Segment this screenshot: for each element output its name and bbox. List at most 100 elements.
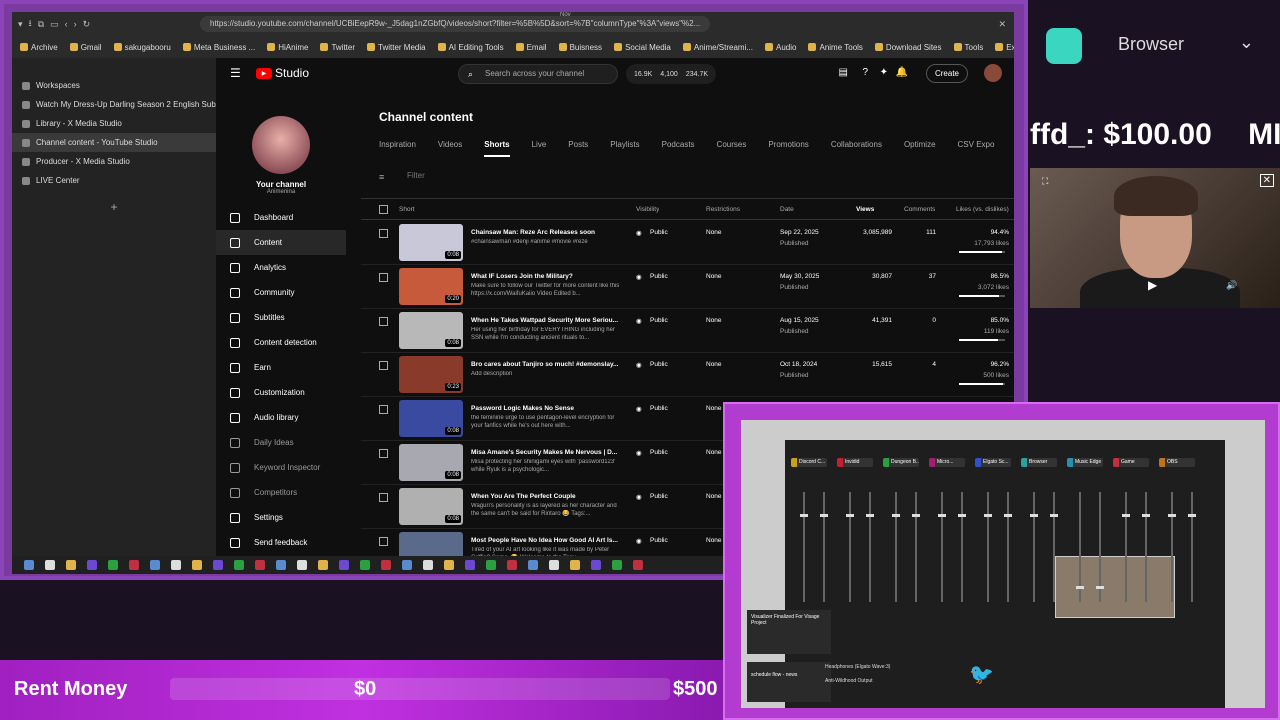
close-icon[interactable]: ✕ xyxy=(998,19,1006,30)
volume-fader[interactable] xyxy=(958,492,966,602)
mixer-channel-label[interactable]: Dungeon B... xyxy=(883,458,919,467)
mixer-channel-label[interactable]: OBS xyxy=(1159,458,1195,467)
tab-inspiration[interactable]: Inspiration xyxy=(379,140,416,157)
video-title[interactable]: Bro cares about Tanjiro so much! #demons… xyxy=(471,361,621,368)
taskbar-app-icon[interactable] xyxy=(66,560,76,570)
taskbar-app-icon[interactable] xyxy=(612,560,622,570)
fader-knob[interactable] xyxy=(984,514,992,517)
table-row[interactable]: 0:08 When He Takes Wattpad Security More … xyxy=(361,309,1014,353)
tab-promotions[interactable]: Promotions xyxy=(768,140,808,157)
video-title[interactable]: When You Are The Perfect Couple xyxy=(471,493,621,500)
address-bar[interactable]: https://studio.youtube.com/channel/UCBiE… xyxy=(200,16,710,32)
row-checkbox[interactable] xyxy=(379,493,388,502)
taskbar-app-icon[interactable] xyxy=(234,560,244,570)
mixer-channel-label[interactable]: Browser xyxy=(1021,458,1057,467)
visibility-value[interactable]: Public xyxy=(650,493,668,500)
video-title[interactable]: When He Takes Wattpad Security More Seri… xyxy=(471,317,621,324)
visibility-value[interactable]: Public xyxy=(650,317,668,324)
fader-knob[interactable] xyxy=(1076,585,1084,589)
bookmark-item[interactable]: Archive xyxy=(20,43,58,52)
taskbar-app-icon[interactable] xyxy=(192,560,202,570)
row-checkbox[interactable] xyxy=(379,317,388,326)
channel-avatar[interactable] xyxy=(252,116,310,174)
fader-knob[interactable] xyxy=(1168,514,1176,517)
bookmark-item[interactable]: Meta Business ... xyxy=(182,43,255,52)
bookmark-item[interactable]: Audio xyxy=(765,43,796,52)
col-restrictions[interactable]: Restrictions xyxy=(706,206,740,213)
bookmark-item[interactable]: Anime Tools xyxy=(808,43,863,52)
video-thumbnail[interactable]: 0:23 xyxy=(399,356,463,393)
help-icon[interactable]: ? xyxy=(862,67,868,78)
bell-icon[interactable]: 🔔 xyxy=(896,67,908,78)
bookmark-item[interactable]: HiAnime xyxy=(267,43,308,52)
tab-shorts[interactable]: Shorts xyxy=(484,140,510,157)
taskbar-app-icon[interactable] xyxy=(528,560,538,570)
table-row[interactable]: 0:23 Bro cares about Tanjiro so much! #de… xyxy=(361,353,1014,397)
visibility-value[interactable]: Public xyxy=(650,273,668,280)
nav-item-dashboard[interactable]: Dashboard xyxy=(216,205,346,230)
bookmark-item[interactable]: AI Editing Tools xyxy=(437,43,504,52)
sparkle-icon[interactable]: ✦ xyxy=(880,67,888,78)
table-row[interactable]: 0:20 What IF Losers Join the Military? Mak… xyxy=(361,265,1014,309)
volume-fader[interactable] xyxy=(1050,492,1058,602)
expand-icon[interactable]: ⛶ xyxy=(1042,176,1048,187)
video-title[interactable]: Misa Amane's Security Makes Me Nervous |… xyxy=(471,449,621,456)
nav-item-customization[interactable]: Customization xyxy=(216,380,346,405)
row-checkbox[interactable] xyxy=(379,361,388,370)
fader-knob[interactable] xyxy=(1030,514,1038,517)
nav-item-daily-ideas[interactable]: Daily Ideas xyxy=(216,430,346,455)
add-tab-icon[interactable]: + xyxy=(12,200,216,214)
fader-knob[interactable] xyxy=(820,514,828,517)
workspace-tab[interactable]: Library - X Media Studio xyxy=(12,114,216,133)
workspace-tab[interactable]: LIVE Center xyxy=(12,171,216,190)
video-title[interactable]: Most People Have No Idea How Good AI Art… xyxy=(471,537,621,544)
bookmark-item[interactable]: Buisness xyxy=(558,43,602,52)
visibility-value[interactable]: Public xyxy=(650,405,668,412)
tab-live[interactable]: Live xyxy=(532,140,547,157)
taskbar-app-icon[interactable] xyxy=(255,560,265,570)
taskbar-app-icon[interactable] xyxy=(381,560,391,570)
nav-item-content[interactable]: Content xyxy=(216,230,346,255)
fader-knob[interactable] xyxy=(1142,514,1150,517)
bookmark-item[interactable]: Anime/Streami... xyxy=(682,43,753,52)
row-checkbox[interactable] xyxy=(379,537,388,546)
video-title[interactable]: Password Logic Makes No Sense xyxy=(471,405,621,412)
tab-collaborations[interactable]: Collaborations xyxy=(831,140,882,157)
video-thumbnail[interactable]: 0:08 xyxy=(399,400,463,437)
taskbar-app-icon[interactable] xyxy=(444,560,454,570)
volume-fader[interactable] xyxy=(892,492,900,602)
tab-csv-expo[interactable]: CSV Expo xyxy=(958,140,995,157)
nav-item-audio-library[interactable]: Audio library xyxy=(216,405,346,430)
taskbar-app-icon[interactable] xyxy=(87,560,97,570)
filter-icon[interactable]: ≡ xyxy=(379,172,384,182)
row-checkbox[interactable] xyxy=(379,449,388,458)
volume-fader[interactable] xyxy=(846,492,854,602)
captions-icon[interactable]: ▤ xyxy=(839,67,848,78)
taskbar-app-icon[interactable] xyxy=(276,560,286,570)
mixer-channel-label[interactable]: Music Edge xyxy=(1067,458,1103,467)
taskbar-app-icon[interactable] xyxy=(24,560,34,570)
tab-posts[interactable]: Posts xyxy=(568,140,588,157)
fader-knob[interactable] xyxy=(1122,514,1130,517)
nav-item-content-detection[interactable]: Content detection xyxy=(216,330,346,355)
col-comments[interactable]: Comments xyxy=(904,206,935,213)
video-thumbnail[interactable]: 0:08 xyxy=(399,444,463,481)
nav-item-settings[interactable]: Settings xyxy=(216,505,346,530)
search-input[interactable]: Search across your channel xyxy=(458,64,618,84)
tab-optimize[interactable]: Optimize xyxy=(904,140,936,157)
download-icon[interactable]: ⭳ xyxy=(29,16,32,32)
volume-fader[interactable] xyxy=(938,492,946,602)
taskbar-app-icon[interactable] xyxy=(486,560,496,570)
bookmark-item[interactable]: Gmail xyxy=(69,43,102,52)
col-views[interactable]: Views xyxy=(856,206,874,213)
mixer-channel-label[interactable]: Discord C... xyxy=(791,458,827,467)
back-icon[interactable]: ‹ xyxy=(65,19,68,29)
nav-item-analytics[interactable]: Analytics xyxy=(216,255,346,280)
mixer-channel-label[interactable]: Elgato Sc... xyxy=(975,458,1011,467)
video-thumbnail[interactable]: 0:08 xyxy=(399,224,463,261)
col-likes[interactable]: Likes (vs. dislikes) xyxy=(956,206,1009,213)
close-icon[interactable]: ✕ xyxy=(1259,174,1274,187)
table-row[interactable]: 0:08 Chainsaw Man: Reze Arc Releases soon… xyxy=(361,221,1014,265)
volume-fader[interactable] xyxy=(820,492,828,602)
fader-knob[interactable] xyxy=(938,514,946,517)
